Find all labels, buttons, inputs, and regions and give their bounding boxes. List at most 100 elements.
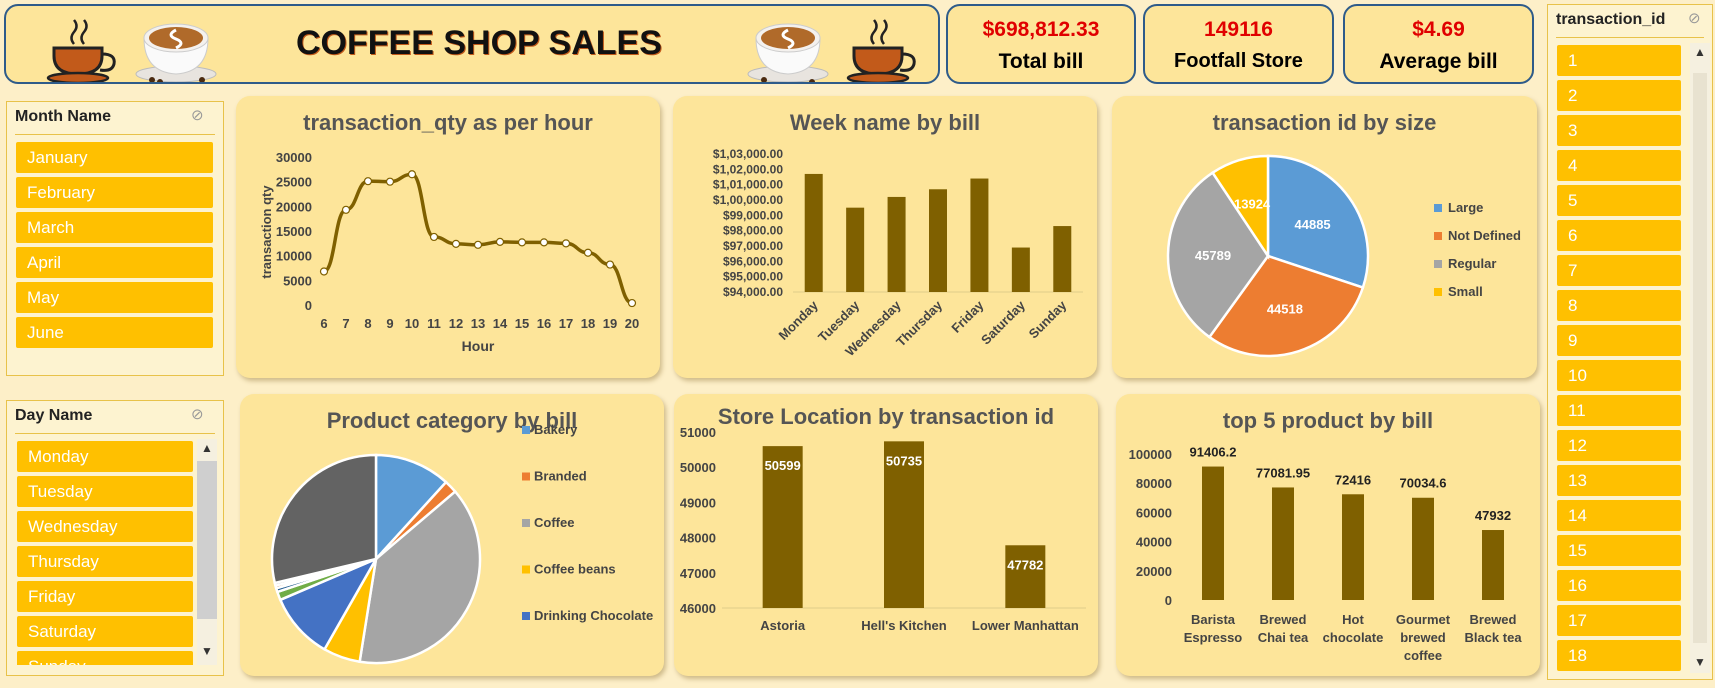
x-tick-label: Monday — [775, 297, 821, 343]
x-tick-label: Sunday — [1026, 297, 1070, 341]
bar-value-label: 50735 — [886, 453, 922, 468]
y-tick-label: $99,000.00 — [723, 208, 783, 222]
y-tick-label: 30000 — [276, 150, 312, 165]
x-tick-label: Brewed — [1470, 612, 1517, 627]
y-tick-label: 0 — [305, 298, 312, 313]
slicer-item-transaction-11[interactable]: 11 — [1557, 395, 1681, 426]
y-tick-label: 20000 — [1136, 564, 1172, 579]
x-tick-label: Gourmet — [1396, 612, 1451, 627]
slicer-item-transaction-10[interactable]: 10 — [1557, 360, 1681, 391]
legend-label: Regular — [1448, 256, 1496, 271]
filter-clear-icon[interactable]: ⊘ — [191, 106, 204, 124]
slicer-scrollbar[interactable]: ▲ ▼ — [197, 439, 217, 665]
data-point — [539, 238, 549, 247]
slicer-item-transaction-13[interactable]: 13 — [1557, 465, 1681, 496]
x-tick-label: 6 — [320, 316, 327, 331]
data-point — [495, 237, 505, 246]
slicer-item-transaction-6[interactable]: 6 — [1557, 220, 1681, 251]
y-tick-label: $96,000.00 — [723, 254, 783, 268]
slicer-item-april[interactable]: April — [16, 247, 213, 278]
slicer-item-monday[interactable]: Monday — [17, 441, 193, 472]
slicer-item-sunday[interactable]: Sunday — [17, 651, 193, 665]
dashboard-title: COFFEE SHOP SALES — [296, 24, 662, 62]
scroll-down-icon[interactable]: ▼ — [201, 644, 213, 658]
slicer-item-transaction-12[interactable]: 12 — [1557, 430, 1681, 461]
y-tick-label: 51000 — [680, 425, 716, 440]
chart-card-size-pie: transaction id by size 44885 44518 45789 13… — [1112, 96, 1537, 378]
slicer-item-transaction-7[interactable]: 7 — [1557, 255, 1681, 286]
slicer-title: Month Name — [15, 108, 111, 125]
slicer-item-tuesday[interactable]: Tuesday — [17, 476, 193, 507]
bar-chart: 0 20000 40000 60000 80000 100000 91406.2 Barist… — [1129, 445, 1523, 663]
slicer-item-transaction-1[interactable]: 1 — [1557, 45, 1681, 76]
slicer-item-thursday[interactable]: Thursday — [17, 546, 193, 577]
legend-swatch — [522, 426, 530, 434]
kpi-average-bill: $4.69 Average bill — [1343, 4, 1534, 84]
kpi-label: Total bill — [998, 50, 1084, 73]
y-tick-label: $98,000.00 — [723, 224, 783, 238]
x-tick-label: 7 — [342, 316, 349, 331]
slicer-item-transaction-9[interactable]: 9 — [1557, 325, 1681, 356]
slice-value-label: 44518 — [1267, 301, 1303, 316]
slicer-item-may[interactable]: May — [16, 282, 213, 313]
filter-clear-icon[interactable]: ⊘ — [1688, 9, 1701, 27]
kpi-value: $698,812.33 — [982, 18, 1100, 41]
x-tick-label: Black tea — [1464, 630, 1522, 645]
x-tick-label: Espresso — [1184, 630, 1243, 645]
kpi-footfall-store: 149116 Footfall Store — [1143, 4, 1334, 84]
slicer-scrollbar[interactable]: ▲ ▼ — [1690, 43, 1710, 673]
data-point — [473, 240, 483, 249]
slicer-item-transaction-3[interactable]: 3 — [1557, 115, 1681, 146]
data-point — [583, 248, 593, 257]
filter-clear-icon[interactable]: ⊘ — [191, 405, 204, 423]
slicer-item-friday[interactable]: Friday — [17, 581, 193, 612]
y-tick-label: 40000 — [1136, 535, 1172, 550]
slicer-item-saturday[interactable]: Saturday — [17, 616, 193, 647]
scroll-thumb[interactable] — [1693, 73, 1707, 643]
x-tick-label: 20 — [625, 316, 639, 331]
slicer-item-january[interactable]: January — [16, 142, 213, 173]
chart-card-week-by-bill: Week name by bill $94,000.00 $95,000.00 $9… — [673, 96, 1097, 378]
y-tick-label: 80000 — [1136, 476, 1172, 491]
transaction-id-slicer: transaction_id ⊘ 1 2 3 4 5 6 7 8 9 10 11 12 13 14 15 16… — [1547, 4, 1713, 680]
x-tick-label: 19 — [603, 316, 617, 331]
bar — [1482, 530, 1504, 600]
slicer-item-february[interactable]: February — [16, 177, 213, 208]
dashboard-header: COFFEE SHOP SALES — [4, 4, 940, 84]
slicer-item-transaction-14[interactable]: 14 — [1557, 500, 1681, 531]
bar — [1053, 226, 1072, 292]
slicer-item-march[interactable]: March — [16, 212, 213, 243]
data-point — [517, 238, 527, 247]
data-point — [341, 205, 351, 214]
legend-label: Small — [1448, 284, 1483, 299]
y-tick-label: $1,00,000.00 — [713, 193, 783, 207]
slicer-item-transaction-2[interactable]: 2 — [1557, 80, 1681, 111]
slicer-item-transaction-8[interactable]: 8 — [1557, 290, 1681, 321]
coffee-cup-icon — [846, 19, 916, 82]
bar — [846, 207, 865, 292]
day-slicer: Day Name ⊘ Monday Tuesday Wednesday Thur… — [6, 400, 224, 676]
slicer-item-transaction-15[interactable]: 15 — [1557, 535, 1681, 566]
x-tick-label: 9 — [386, 316, 393, 331]
y-tick-label: 48000 — [680, 531, 716, 546]
slicer-item-transaction-4[interactable]: 4 — [1557, 150, 1681, 181]
slicer-item-transaction-16[interactable]: 16 — [1557, 570, 1681, 601]
scroll-down-icon[interactable]: ▼ — [1694, 655, 1706, 669]
scroll-up-icon[interactable]: ▲ — [201, 441, 213, 455]
scroll-up-icon[interactable]: ▲ — [1694, 45, 1706, 59]
chart-card-store-location: Store Location by transaction id 46000 47… — [674, 394, 1098, 676]
x-tick-label: 16 — [537, 316, 551, 331]
x-tick-label: 13 — [471, 316, 485, 331]
slicer-item-transaction-18[interactable]: 18 — [1557, 640, 1681, 671]
slicer-item-june[interactable]: June — [16, 317, 213, 348]
slicer-item-transaction-5[interactable]: 5 — [1557, 185, 1681, 216]
x-tick-label: 11 — [427, 316, 441, 331]
slicer-item-wednesday[interactable]: Wednesday — [17, 511, 193, 542]
slicer-title: Day Name — [15, 407, 93, 424]
slicer-item-transaction-17[interactable]: 17 — [1557, 605, 1681, 636]
data-point — [605, 260, 615, 269]
scroll-thumb[interactable] — [197, 461, 217, 619]
x-tick-label: brewed — [1400, 630, 1446, 645]
latte-photo — [135, 23, 217, 82]
y-axis-title: transaction qty — [259, 185, 274, 279]
